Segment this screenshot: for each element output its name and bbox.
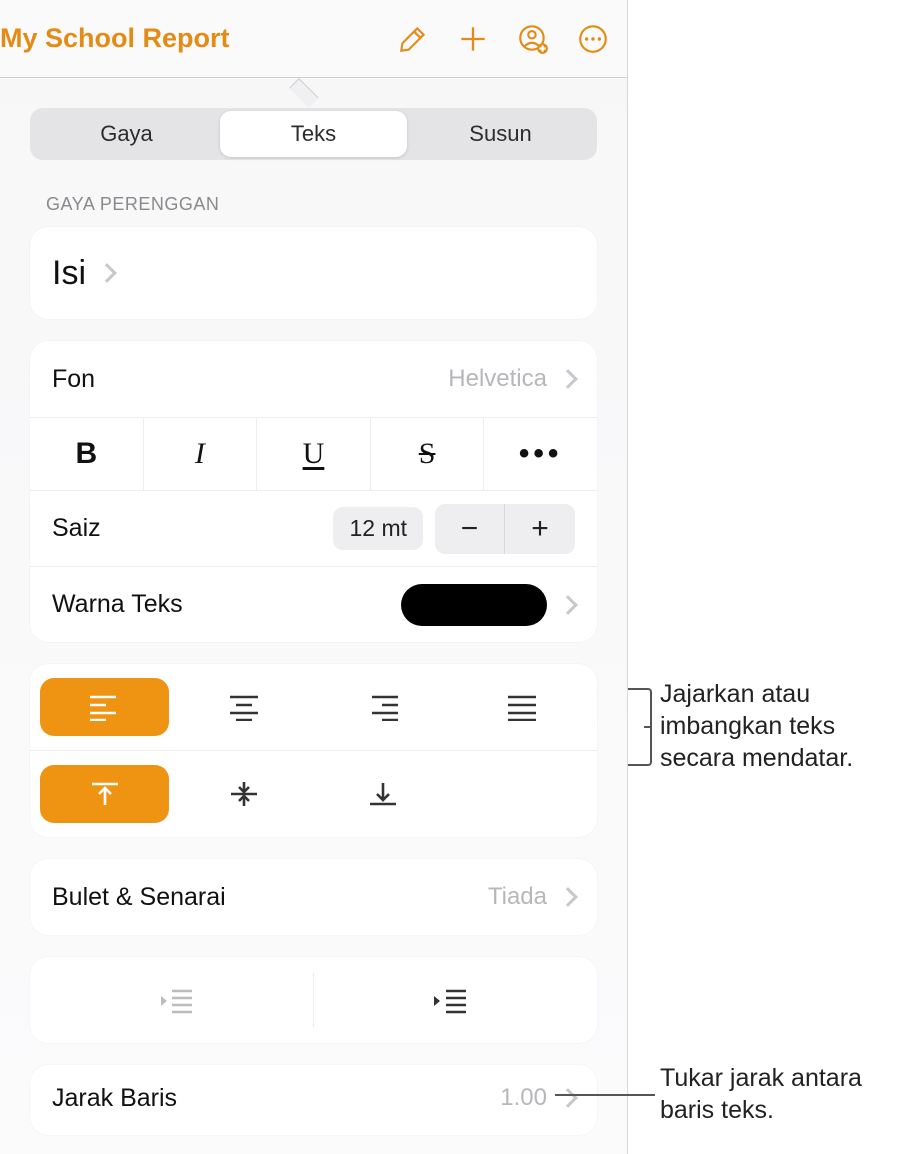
bullets-card: Bulet & Senarai Tiada (30, 859, 597, 935)
line-spacing-card: Jarak Baris 1.00 (30, 1065, 597, 1135)
chevron-right-icon (97, 263, 117, 283)
font-row[interactable]: Fon Helvetica (30, 341, 597, 417)
text-style-row: B I U S ••• (30, 417, 597, 490)
chevron-right-icon (558, 1088, 578, 1108)
paragraph-style-value: Isi (52, 254, 86, 293)
indent-row (30, 957, 597, 1043)
document-title[interactable]: My School Report (0, 23, 379, 54)
insert-plus-icon[interactable] (447, 13, 499, 65)
format-inspector-panel: My School Report Gaya Teks Susun GAYA PE… (0, 0, 628, 1154)
valign-top-button[interactable] (40, 765, 169, 823)
size-label: Saiz (52, 514, 101, 543)
alignment-card (30, 664, 597, 837)
indent-button[interactable] (314, 973, 587, 1027)
callout-bracket-align (628, 688, 652, 766)
chevron-right-icon (558, 887, 578, 907)
inspector-tabs: Gaya Teks Susun (30, 108, 597, 160)
italic-button[interactable]: I (144, 418, 258, 490)
font-card: Fon Helvetica B I U S ••• Saiz 12 mt − +… (30, 341, 597, 642)
bullets-label: Bulet & Senarai (52, 883, 226, 912)
vertical-align-row (30, 750, 597, 837)
horizontal-align-row (30, 664, 597, 750)
more-ellipsis-icon[interactable] (567, 13, 619, 65)
align-right-button[interactable] (319, 678, 448, 736)
chevron-right-icon (558, 595, 578, 615)
underline-button[interactable]: U (257, 418, 371, 490)
align-center-button[interactable] (179, 678, 308, 736)
align-justify-button[interactable] (458, 678, 587, 736)
size-increase-button[interactable]: + (505, 504, 575, 554)
bold-button[interactable]: B (30, 418, 144, 490)
annotation-align: Jajarkan atau imbangkan teks secara mend… (660, 678, 910, 774)
bullets-row[interactable]: Bulet & Senarai Tiada (30, 859, 597, 935)
chevron-right-icon (558, 369, 578, 389)
line-spacing-label: Jarak Baris (52, 1084, 177, 1113)
text-color-row[interactable]: Warna Teks (30, 566, 597, 642)
align-left-button[interactable] (40, 678, 169, 736)
size-value-box[interactable]: 12 mt (333, 507, 423, 550)
size-row: Saiz 12 mt − + (30, 490, 597, 566)
line-spacing-row[interactable]: Jarak Baris 1.00 (30, 1065, 597, 1135)
tab-arrange[interactable]: Susun (407, 111, 594, 157)
indent-card (30, 957, 597, 1043)
font-label: Fon (52, 365, 95, 394)
paragraph-style-section-label: GAYA PERENGGAN (0, 160, 627, 227)
callout-line-linespacing (555, 1094, 655, 1096)
format-brush-icon[interactable] (387, 13, 439, 65)
paragraph-style-card: Isi (30, 227, 597, 319)
size-stepper: − + (435, 504, 575, 554)
share-person-icon[interactable] (507, 13, 559, 65)
bullets-value: Tiada (488, 883, 547, 911)
outdent-button[interactable] (40, 973, 314, 1027)
toolbar: My School Report (0, 0, 627, 78)
paragraph-style-row[interactable]: Isi (30, 227, 597, 319)
tab-text[interactable]: Teks (220, 111, 407, 157)
tab-style[interactable]: Gaya (33, 111, 220, 157)
text-color-swatch[interactable] (401, 584, 547, 626)
strikethrough-button[interactable]: S (371, 418, 485, 490)
valign-bottom-button[interactable] (319, 765, 448, 823)
valign-middle-button[interactable] (179, 765, 308, 823)
line-spacing-value: 1.00 (500, 1084, 547, 1112)
size-decrease-button[interactable]: − (435, 504, 505, 554)
text-color-label: Warna Teks (52, 590, 183, 619)
annotation-linespacing: Tukar jarak antara baris teks. (660, 1062, 910, 1126)
font-value: Helvetica (448, 365, 547, 393)
more-text-options-button[interactable]: ••• (484, 418, 597, 490)
